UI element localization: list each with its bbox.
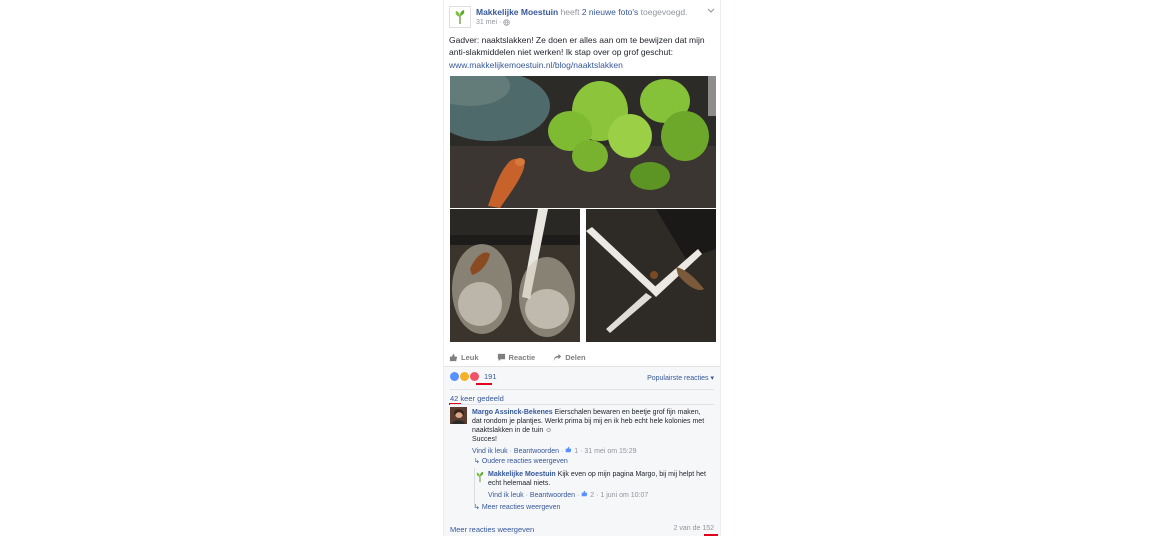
older-replies-link[interactable]: ↳ Oudere reacties weergeven	[474, 457, 568, 465]
post-link[interactable]: www.makkelijkemoestuin.nl/blog/naaktslak…	[449, 60, 623, 70]
comment-text-line2: Succes!	[472, 436, 497, 443]
header-text-end: toegevoegd.	[638, 7, 688, 17]
header-text: heeft	[558, 7, 582, 17]
reply-time[interactable]: · 1 juni om 10:07	[596, 492, 648, 499]
divider	[450, 404, 714, 405]
facebook-post: Makkelijke Moestuin heeft 2 nieuwe foto'…	[443, 0, 721, 536]
like-button[interactable]: Leuk	[449, 353, 479, 362]
more-replies-label: Meer reacties weergeven	[481, 504, 561, 511]
like-reaction-icon	[450, 372, 459, 381]
comment-paging: 2 van de 152	[674, 525, 715, 532]
page-name-link[interactable]: Makkelijke Moestuin	[476, 7, 558, 17]
thumbs-up-icon	[449, 353, 458, 361]
comment-reply-link[interactable]: Beantwoorden	[514, 448, 559, 455]
reply-body: Makkelijke Moestuin Kijk even op mijn pa…	[488, 470, 710, 488]
comment-like-link[interactable]: Vind ik leuk	[472, 448, 508, 455]
share-label: Delen	[565, 352, 586, 362]
post-header: Makkelijke Moestuin heeft 2 nieuwe foto'…	[449, 5, 717, 31]
paging-total: 152	[702, 525, 714, 532]
red-underline-mark	[476, 383, 492, 385]
reply-actions: Vind ik leuk · Beantwoorden · 2 · 1 juni…	[488, 490, 649, 499]
commenter-avatar[interactable]	[450, 407, 467, 424]
shares-count[interactable]: 42 keer gedeeld	[450, 394, 504, 403]
globe-icon	[503, 19, 510, 26]
love-reaction-icon	[470, 372, 479, 381]
more-replies-link[interactable]: ↳ Meer reacties weergeven	[474, 503, 560, 511]
comment-actions: Vind ik leuk · Beantwoorden · 1 · 31 mei…	[472, 446, 637, 455]
wow-reaction-icon	[460, 372, 469, 381]
photo-basil-slug[interactable]	[450, 76, 716, 208]
post-header-line: Makkelijke Moestuin heeft 2 nieuwe foto'…	[476, 7, 687, 18]
commenter-name[interactable]: Margo Assinck-Bekenes	[472, 409, 553, 416]
comment-body: Margo Assinck-Bekenes Eierschalen beware…	[472, 408, 710, 444]
post-meta: 31 mei ·	[476, 19, 510, 26]
reactions-summary[interactable]: 191	[450, 372, 497, 381]
comments-section: 191 Populairste reacties ▾ 42 keer gedee…	[444, 366, 720, 536]
share-icon	[554, 353, 562, 361]
comment-icon	[497, 353, 505, 361]
photo-slug-cups[interactable]	[450, 209, 580, 342]
post-actions: Leuk Reactie Delen	[449, 350, 717, 364]
post-options-chevron-icon[interactable]	[707, 8, 715, 14]
share-button[interactable]: Delen	[553, 352, 586, 362]
reply-like-link[interactable]: Vind ik leuk	[488, 492, 524, 499]
thumbs-up-icon	[581, 490, 588, 497]
comment-label: Reactie	[508, 352, 536, 362]
paging-prefix: 2 van de	[673, 525, 703, 532]
reply-author-name[interactable]: Makkelijke Moestuin	[488, 471, 556, 478]
photos-link[interactable]: 2 nieuwe foto's	[582, 7, 638, 17]
comment-button[interactable]: Reactie	[497, 352, 536, 362]
post-message: Gadver: naaktslakken! Ze doen er alles a…	[449, 35, 705, 57]
page-avatar[interactable]	[449, 6, 471, 28]
post-date[interactable]: 31 mei ·	[476, 19, 501, 26]
like-label: Leuk	[461, 352, 479, 362]
comment-time[interactable]: · 31 mei om 15:29	[580, 448, 636, 455]
divider	[450, 389, 714, 390]
more-comments-link[interactable]: Meer reacties weergeven	[450, 525, 534, 534]
reply-reply-link[interactable]: Beantwoorden	[530, 492, 575, 499]
reply-like-count[interactable]: 2	[590, 492, 594, 499]
comment-like-count[interactable]: 1	[574, 448, 578, 455]
thumbs-up-icon	[565, 446, 572, 453]
sprout-logo-icon	[476, 471, 484, 483]
photo-slug-shears[interactable]	[586, 209, 716, 342]
older-replies-label: Oudere reacties weergeven	[481, 458, 568, 465]
reaction-sort-dropdown[interactable]: Populairste reacties ▾	[647, 374, 714, 382]
page-reply-avatar[interactable]	[474, 470, 486, 483]
sprout-logo-icon	[455, 10, 465, 24]
reaction-count[interactable]: 191	[484, 372, 497, 381]
